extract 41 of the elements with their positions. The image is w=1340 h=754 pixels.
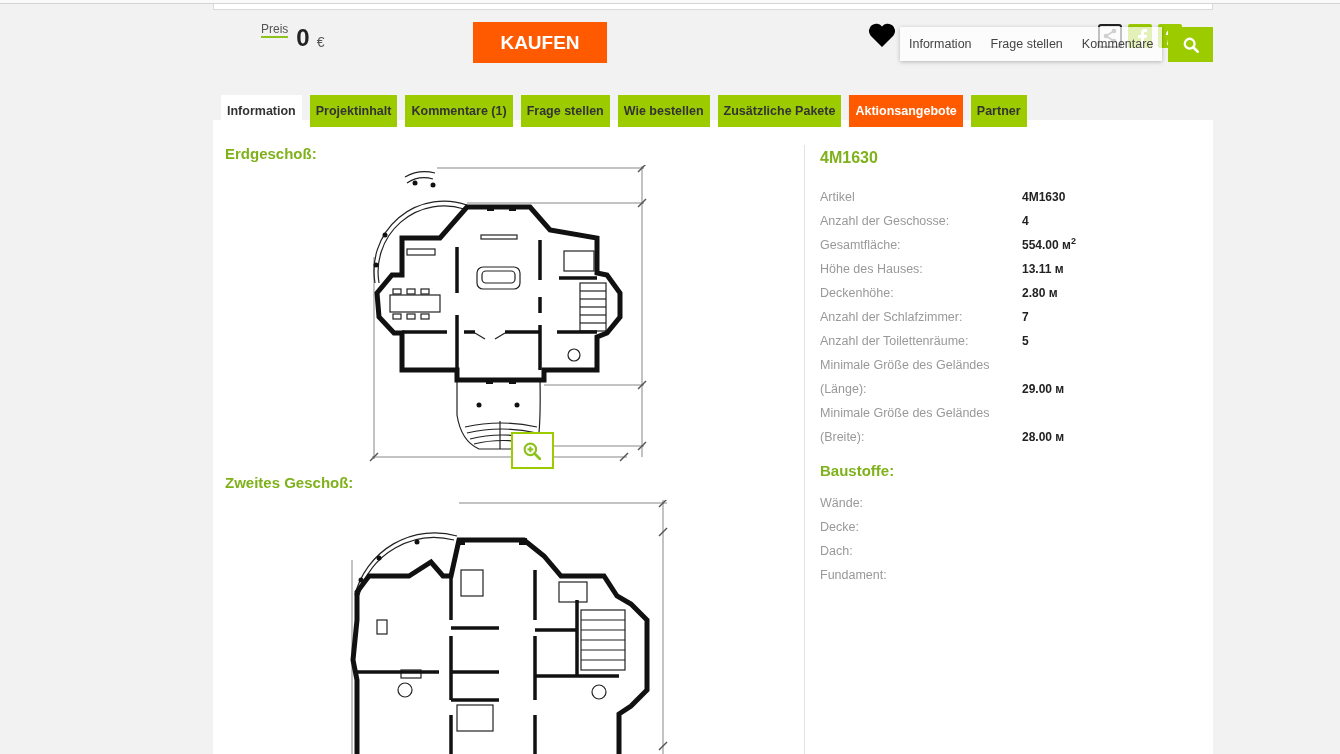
spec-label: Minimale Größe des Geländes (Breite): xyxy=(820,405,991,446)
material-label: Wände: xyxy=(820,495,865,512)
nav-link[interactable]: Frage stellen xyxy=(990,37,1063,51)
material-label: Decke: xyxy=(820,519,860,536)
spec-value: 29.00 м xyxy=(1022,381,1066,398)
spec-label: Anzahl der Schlafzimmer: xyxy=(820,309,964,326)
spec-label: Artikel xyxy=(820,189,856,206)
price-amount: 0 xyxy=(296,26,310,50)
tab[interactable]: Wie bestellen xyxy=(617,95,710,127)
tab[interactable]: Partner xyxy=(970,95,1027,127)
tab[interactable]: Kommentare (1) xyxy=(405,95,513,127)
tab[interactable]: Zusätzliche Pakete xyxy=(717,95,842,127)
spec-label: Deckenhöhe: xyxy=(820,285,895,302)
tab[interactable]: Frage stellen xyxy=(520,95,610,127)
floor-heading: Zweites Geschoß: xyxy=(225,474,355,492)
spec-label: Gesamtfläche: xyxy=(820,237,902,254)
nav-link[interactable]: Kommentare xyxy=(1081,37,1154,51)
spec-value: 4M1630 xyxy=(1022,189,1067,206)
floor-heading: Erdgeschoß: xyxy=(225,145,318,163)
spec-label: Anzahl der Geschosse: xyxy=(820,213,951,230)
zoom-in-icon xyxy=(523,441,541,460)
heart-icon[interactable] xyxy=(868,22,896,48)
spec-value: 4 xyxy=(1022,213,1030,230)
spec-label: Minimale Größe des Geländes (Länge): xyxy=(820,357,991,398)
search-icon xyxy=(1182,36,1199,53)
project-code-heading: 4M1630 xyxy=(820,148,879,167)
materials-heading: Baustoffe: xyxy=(820,462,896,480)
material-label: Fundament: xyxy=(820,567,888,584)
currency-symbol: € xyxy=(316,35,325,49)
tab[interactable]: Projektinhalt xyxy=(309,95,398,127)
spec-value: 7 xyxy=(1022,309,1030,326)
spec-label: Anzahl der Toilettenräume: xyxy=(820,333,970,350)
material-label: Dach: xyxy=(820,543,854,560)
spec-value: 13.11 м xyxy=(1022,261,1065,278)
spec-value: 554.00 м$^{2}$ xyxy=(1022,235,1077,254)
price-label: Preis xyxy=(261,22,289,38)
spec-value: 5 xyxy=(1022,333,1030,350)
nav-link[interactable]: Information xyxy=(909,37,972,51)
spec-value: 2.80 м xyxy=(1022,285,1059,302)
spec-value: 28.00 м xyxy=(1022,429,1066,446)
spec-label: Höhe des Hauses: xyxy=(820,261,924,278)
